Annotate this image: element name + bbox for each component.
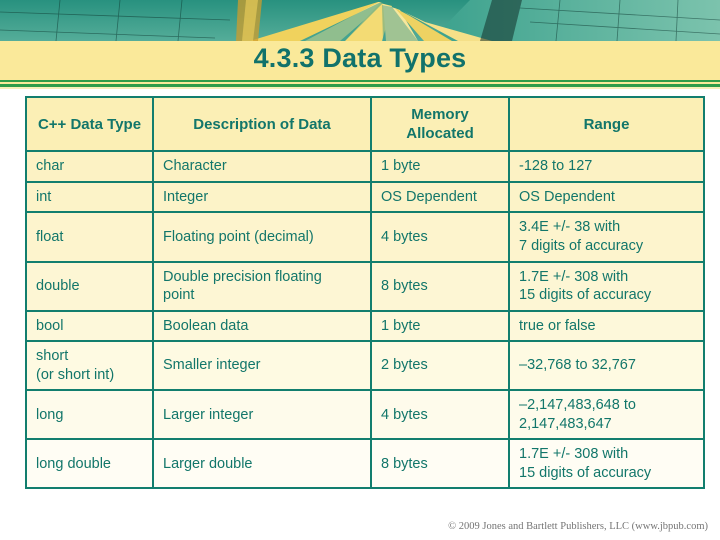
divider-line-accent xyxy=(0,87,720,89)
cell-range: 1.7E +/- 308 with 15 digits of accuracy xyxy=(508,260,705,312)
cell-memory: 8 bytes xyxy=(370,438,510,490)
cell-description: Smaller integer xyxy=(152,340,372,392)
cell-range: OS Dependent xyxy=(508,180,705,214)
column-header-line: Memory xyxy=(411,106,469,123)
data-types-table-wrapper: C++ Data Type Description of Data Memory… xyxy=(25,95,705,490)
cell-line: bool xyxy=(36,317,64,334)
column-header-line: Description of Data xyxy=(193,115,331,133)
data-types-table: C++ Data Type Description of Data Memory… xyxy=(25,95,705,490)
cell-line: Boolean data xyxy=(163,317,249,334)
column-header-range: Range xyxy=(508,95,705,153)
table-row: char Character 1 byte -128 to 127 xyxy=(25,150,705,183)
cell-line: 15 digits of accuracy xyxy=(519,287,652,304)
cell-line: –32,768 to 32,767 xyxy=(519,357,636,374)
cell-memory: 4 bytes xyxy=(370,211,510,263)
cell-line: 1.7E +/- 308 with xyxy=(519,268,629,285)
table-row: float Floating point (decimal) 4 bytes 3… xyxy=(25,211,705,263)
table-row: double Double precision floating point 8… xyxy=(25,260,705,312)
cell-line: 4 bytes xyxy=(381,406,428,423)
cell-line: Character xyxy=(163,158,227,175)
cell-line: (or short int) xyxy=(36,366,115,383)
column-header-line: Range xyxy=(583,115,630,133)
cell-line: int xyxy=(36,188,52,205)
cell-line: short xyxy=(36,348,69,365)
table-row: bool Boolean data 1 byte true or false xyxy=(25,309,705,343)
column-header-line: Allocated xyxy=(406,125,474,143)
cell-line: long xyxy=(36,406,64,423)
column-header-memory-allocated: Memory Allocated xyxy=(370,95,510,153)
cell-line: 1 byte xyxy=(381,317,421,334)
cell-description: Boolean data xyxy=(152,309,372,343)
cell-memory: 8 bytes xyxy=(370,260,510,312)
cell-memory: 1 byte xyxy=(370,150,510,183)
cell-description: Integer xyxy=(152,180,372,214)
cell-line: Smaller integer xyxy=(163,357,261,374)
copyright-notice: © 2009 Jones and Bartlett Publishers, LL… xyxy=(448,521,708,532)
cell-line: long double xyxy=(36,455,111,472)
cell-line: float xyxy=(36,228,64,245)
cell-line: Double precision floating xyxy=(163,268,322,285)
cell-range: 3.4E +/- 38 with 7 digits of accuracy xyxy=(508,211,705,263)
page-title: 4.3.3 Data Types xyxy=(253,43,467,73)
cell-description: Double precision floating point xyxy=(152,260,372,312)
cell-data-type: short (or short int) xyxy=(25,340,154,392)
cell-line: double xyxy=(36,277,80,294)
cell-line: –2,147,483,648 to xyxy=(519,397,636,414)
cell-line: point xyxy=(163,287,195,304)
column-header-cpp-data-type: C++ Data Type xyxy=(25,95,154,153)
cell-data-type: long xyxy=(25,389,154,441)
cell-line: 2,147,483,647 xyxy=(519,415,612,432)
cell-data-type: float xyxy=(25,211,154,263)
cell-line: 8 bytes xyxy=(381,277,428,294)
cell-description: Character xyxy=(152,150,372,183)
cell-data-type: char xyxy=(25,150,154,183)
table-row: short (or short int) Smaller integer 2 b… xyxy=(25,340,705,392)
balloon-artwork xyxy=(0,0,720,41)
cell-line: 1 byte xyxy=(381,158,421,175)
cell-line: 3.4E +/- 38 with xyxy=(519,219,621,236)
table-header: C++ Data Type Description of Data Memory… xyxy=(25,95,705,153)
cell-data-type: bool xyxy=(25,309,154,343)
column-header-line: Data Type xyxy=(70,115,142,133)
cell-line: Larger integer xyxy=(163,406,254,423)
table-row: long double Larger double 8 bytes 1.7E +… xyxy=(25,438,705,490)
cell-data-type: double xyxy=(25,260,154,312)
cell-line: 8 bytes xyxy=(381,455,428,472)
table-row: int Integer OS Dependent OS Dependent xyxy=(25,180,705,214)
cell-line: Larger double xyxy=(163,455,253,472)
cell-data-type: long double xyxy=(25,438,154,490)
cell-memory: 2 bytes xyxy=(370,340,510,392)
cell-line: char xyxy=(36,158,65,175)
cell-data-type: int xyxy=(25,180,154,214)
cell-line: OS Dependent xyxy=(381,188,477,205)
cell-line: 4 bytes xyxy=(381,228,428,245)
cell-range: -128 to 127 xyxy=(508,150,705,183)
column-header-description: Description of Data xyxy=(152,95,372,153)
cell-line: 1.7E +/- 308 with xyxy=(519,446,629,463)
cell-line: 2 bytes xyxy=(381,357,428,374)
cell-line: true or false xyxy=(519,317,596,334)
cell-range: –32,768 to 32,767 xyxy=(508,340,705,392)
cell-description: Floating point (decimal) xyxy=(152,211,372,263)
cell-memory: OS Dependent xyxy=(370,180,510,214)
table-body: char Character 1 byte -128 to 127 int In… xyxy=(25,150,705,490)
cell-range: –2,147,483,648 to 2,147,483,647 xyxy=(508,389,705,441)
table-header-row: C++ Data Type Description of Data Memory… xyxy=(25,95,705,153)
balloon-banner-image xyxy=(0,0,720,41)
cell-line: 7 digits of accuracy xyxy=(519,238,644,255)
cell-range: 1.7E +/- 308 with 15 digits of accuracy xyxy=(508,438,705,490)
cell-memory: 1 byte xyxy=(370,309,510,343)
cell-range: true or false xyxy=(508,309,705,343)
cell-line: OS Dependent xyxy=(519,188,615,205)
column-header-line: C++ xyxy=(37,115,67,133)
cell-line: Integer xyxy=(163,188,209,205)
cell-memory: 4 bytes xyxy=(370,389,510,441)
cell-line: 15 digits of accuracy xyxy=(519,464,652,481)
table-row: long Larger integer 4 bytes –2,147,483,6… xyxy=(25,389,705,441)
cell-line: -128 to 127 xyxy=(519,158,593,175)
cell-description: Larger double xyxy=(152,438,372,490)
cell-line: Floating point (decimal) xyxy=(163,228,314,245)
cell-description: Larger integer xyxy=(152,389,372,441)
